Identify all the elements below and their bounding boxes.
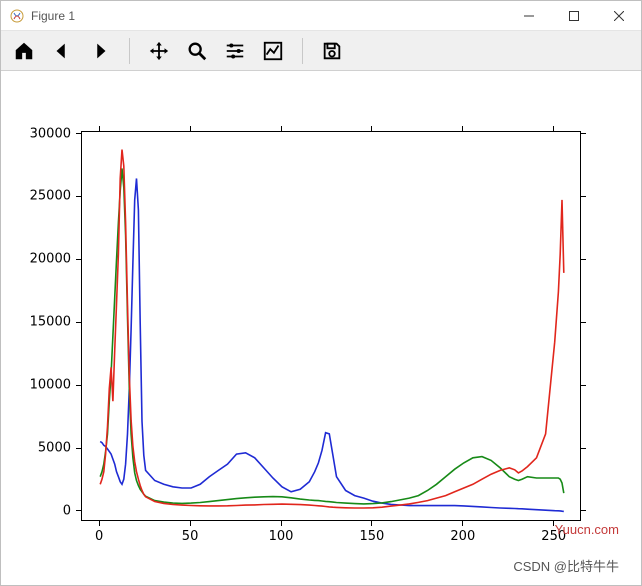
x-tick-label: 200 [450, 529, 475, 544]
window-title: Figure 1 [31, 9, 75, 23]
x-tick [462, 126, 463, 131]
plot-canvas: 0 5000 10000 15000 20000 25000 30000 0 50 100 150 2… [1, 71, 641, 585]
y-tick [581, 510, 586, 511]
y-tick-label: 15000 [1, 315, 71, 330]
x-tick-label: 150 [359, 529, 384, 544]
y-tick [76, 259, 81, 260]
x-tick [462, 521, 463, 526]
y-tick-label: 10000 [1, 378, 71, 393]
watermark-yuucn: Yuucn.com [555, 522, 619, 537]
y-tick [76, 196, 81, 197]
plot-axes [81, 131, 581, 521]
x-tick [190, 521, 191, 526]
y-tick-label: 5000 [1, 441, 71, 456]
forward-button[interactable] [82, 34, 118, 68]
titlebar: Figure 1 [1, 1, 641, 31]
app-icon [9, 8, 25, 24]
y-tick-label: 30000 [1, 126, 71, 141]
y-tick [76, 322, 81, 323]
toolbar-separator [302, 38, 303, 64]
figure-window: Figure 1 [0, 0, 642, 586]
zoom-button[interactable] [179, 34, 215, 68]
maximize-button[interactable] [551, 1, 596, 31]
configure-subplots-button[interactable] [217, 34, 253, 68]
home-button[interactable] [6, 34, 42, 68]
close-button[interactable] [596, 1, 641, 31]
x-tick-label: 100 [269, 529, 294, 544]
y-tick [581, 448, 586, 449]
y-tick [581, 259, 586, 260]
y-tick [581, 385, 586, 386]
y-tick-label: 20000 [1, 252, 71, 267]
y-tick [581, 196, 586, 197]
y-tick [76, 133, 81, 134]
y-tick [76, 448, 81, 449]
x-tick [190, 126, 191, 131]
x-tick [553, 126, 554, 131]
x-tick [281, 126, 282, 131]
pan-button[interactable] [141, 34, 177, 68]
x-tick [371, 126, 372, 131]
x-tick-label: 50 [182, 529, 199, 544]
y-tick [76, 385, 81, 386]
save-button[interactable] [314, 34, 350, 68]
x-tick [99, 126, 100, 131]
edit-axis-button[interactable] [255, 34, 291, 68]
y-tick [581, 133, 586, 134]
x-tick [281, 521, 282, 526]
x-tick-label: 0 [95, 529, 103, 544]
back-button[interactable] [44, 34, 80, 68]
x-tick [371, 521, 372, 526]
minimize-button[interactable] [506, 1, 551, 31]
toolbar [1, 31, 641, 71]
y-tick-label: 25000 [1, 189, 71, 204]
toolbar-separator [129, 38, 130, 64]
y-tick [581, 322, 586, 323]
y-tick [76, 510, 81, 511]
watermark-csdn: CSDN @比特牛牛 [513, 556, 619, 575]
series-blue [100, 179, 564, 512]
x-tick [99, 521, 100, 526]
y-tick-label: 0 [1, 503, 71, 518]
